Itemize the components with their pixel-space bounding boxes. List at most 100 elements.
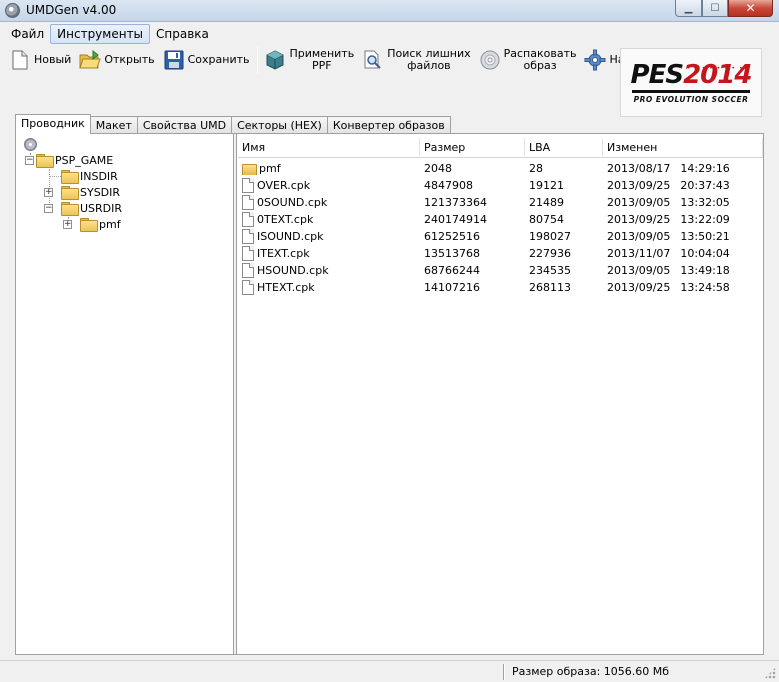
file-name: ITEXT.cpk: [257, 247, 310, 260]
tab-image-converter[interactable]: Конвертер образов: [326, 116, 451, 134]
tree-item-label: INSDIR: [80, 169, 118, 183]
new-button[interactable]: Новый: [6, 45, 74, 75]
close-button[interactable]: ✕: [728, 0, 773, 17]
table-row[interactable]: 0TEXT.cpk 240174914 80754 2013/09/25 13:22:0…: [238, 211, 763, 228]
table-row[interactable]: HTEXT.cpk 14107216 268113 2013/09/25 13:24:5…: [238, 279, 763, 296]
file-list[interactable]: Имя Размер LBA Изменен pmf 2048 28 2013/08/…: [238, 134, 763, 654]
tree-item-label: SYSDIR: [80, 185, 121, 199]
collapse-icon[interactable]: −: [44, 203, 53, 213]
find-extra-files-button[interactable]: Поиск лишних файлов: [359, 45, 473, 75]
cell-lba: 21489: [529, 196, 564, 209]
logo-subtitle: PRO EVOLUTION SOCCER: [633, 94, 749, 104]
tree-item-insdir[interactable]: INSDIR: [61, 168, 118, 184]
table-row[interactable]: ITEXT.cpk 13513768 227936 2013/11/07 10:04:0…: [238, 245, 763, 262]
new-label: Новый: [34, 53, 72, 66]
minimize-button[interactable]: ▁: [675, 0, 702, 17]
tree-item-pmf[interactable]: + pmf: [63, 216, 121, 232]
unpack-image-button[interactable]: Распаковать образ: [476, 45, 580, 75]
tab-layout[interactable]: Макет: [89, 116, 138, 134]
status-bar: Размер образа: 1056.60 Мб: [0, 660, 779, 682]
floppy-disk-icon: [163, 49, 185, 71]
column-header-lba[interactable]: LBA: [525, 138, 603, 158]
menu-file[interactable]: Файл: [5, 25, 50, 43]
tree-item-label: pmf: [99, 217, 121, 231]
search-document-icon: [362, 49, 384, 71]
find-extra-files-label: Поиск лишних файлов: [387, 47, 471, 72]
file-name: HTEXT.cpk: [257, 281, 315, 294]
cell-modified: 2013/09/25 13:22:09: [603, 213, 763, 226]
folder-icon: [61, 170, 79, 184]
modified-time: 20:37:43: [680, 179, 730, 192]
tree-item-sysdir[interactable]: + SYSDIR: [44, 184, 120, 200]
app-disc-icon: [5, 3, 20, 18]
cell-modified: 2013/09/05 13:50:21: [603, 230, 763, 243]
unpack-image-label: Распаковать образ: [503, 47, 577, 72]
modified-time: 13:49:18: [680, 264, 730, 277]
menu-tools[interactable]: Инструменты: [50, 24, 151, 44]
open-folder-icon: [79, 49, 102, 71]
logo-underline: [632, 89, 750, 93]
cell-lba: 28: [529, 162, 543, 175]
resize-grip-icon[interactable]: [764, 667, 776, 679]
expand-icon[interactable]: +: [63, 219, 72, 229]
save-label: Сохранить: [187, 53, 250, 66]
file-icon: [242, 195, 254, 210]
tree-item-usrdir[interactable]: − USRDIR: [44, 200, 122, 216]
file-name: 0SOUND.cpk: [257, 196, 328, 209]
toolbar-separator: [257, 47, 259, 73]
cell-size: 13513768: [424, 247, 480, 260]
toolbar: Новый Открыть Сохранить Применить PPF Пои…: [0, 44, 672, 76]
modified-time: 13:50:21: [680, 230, 730, 243]
tree-disc-root[interactable]: [24, 136, 37, 152]
cell-name: HTEXT.cpk: [238, 280, 420, 295]
folder-tree[interactable]: − PSP_GAME INSDIR + SYSDIR − USRDIR + pm…: [16, 134, 234, 654]
tree-item-label: PSP_GAME: [55, 153, 114, 167]
cell-modified: 2013/09/25 20:37:43: [603, 179, 763, 192]
cell-name: ISOUND.cpk: [238, 229, 420, 244]
cell-name: 0TEXT.cpk: [238, 212, 420, 227]
cell-size: 4847908: [424, 179, 473, 192]
apply-ppf-label: Применить PPF: [289, 47, 355, 72]
folder-icon: [36, 154, 54, 168]
tree-connector: [49, 176, 61, 177]
maximize-button[interactable]: ☐: [702, 0, 728, 17]
modified-time: 13:24:58: [680, 281, 730, 294]
column-header-size[interactable]: Размер: [420, 138, 525, 158]
tab-strip: Проводник Макет Свойства UMD Секторы (HE…: [15, 114, 451, 134]
file-icon: [242, 178, 254, 193]
table-row[interactable]: pmf 2048 28 2013/08/17 14:29:16: [238, 160, 763, 177]
menu-bar: Файл Инструменты Справка: [0, 24, 779, 44]
cell-lba: 19121: [529, 179, 564, 192]
cell-name: OVER.cpk: [238, 178, 420, 193]
tab-sectors-hex[interactable]: Секторы (HEX): [231, 116, 328, 134]
tree-item-label: USRDIR: [80, 201, 123, 215]
column-header-name[interactable]: Имя: [238, 138, 420, 158]
save-button[interactable]: Сохранить: [160, 45, 253, 75]
status-separator: [503, 664, 505, 680]
modified-date: 2013/11/07: [607, 247, 671, 260]
file-name: ISOUND.cpk: [257, 230, 324, 243]
table-row[interactable]: ISOUND.cpk 61252516 198027 2013/09/05 13:50:…: [238, 228, 763, 245]
folder-icon: [80, 218, 98, 232]
menu-help[interactable]: Справка: [150, 25, 215, 43]
pane-splitter[interactable]: [234, 134, 237, 654]
cell-lba: 80754: [529, 213, 564, 226]
column-header-modified[interactable]: Изменен: [603, 138, 763, 158]
tab-explorer[interactable]: Проводник: [15, 114, 91, 134]
tab-umd-properties[interactable]: Свойства UMD: [136, 116, 233, 134]
cell-modified: 2013/09/05 13:32:05: [603, 196, 763, 209]
file-icon: [242, 246, 254, 261]
apply-ppf-button[interactable]: Применить PPF: [261, 45, 357, 75]
expand-icon[interactable]: +: [44, 187, 53, 197]
table-row[interactable]: OVER.cpk 4847908 19121 2013/09/25 20:37:43: [238, 177, 763, 194]
cell-modified: 2013/09/25 13:24:58: [603, 281, 763, 294]
table-row[interactable]: 0SOUND.cpk 121373364 21489 2013/09/05 13:32:…: [238, 194, 763, 211]
table-row[interactable]: HSOUND.cpk 68766244 234535 2013/09/05 13:49:…: [238, 262, 763, 279]
open-button[interactable]: Открыть: [76, 45, 157, 75]
cell-name: pmf: [238, 162, 420, 175]
collapse-icon[interactable]: −: [25, 155, 34, 165]
tree-item-psp-game[interactable]: − PSP_GAME: [25, 152, 113, 168]
title-bar: UMDGen v4.00 ▁ ☐ ✕: [0, 0, 779, 22]
cell-size: 121373364: [424, 196, 487, 209]
file-icon: [242, 212, 254, 227]
